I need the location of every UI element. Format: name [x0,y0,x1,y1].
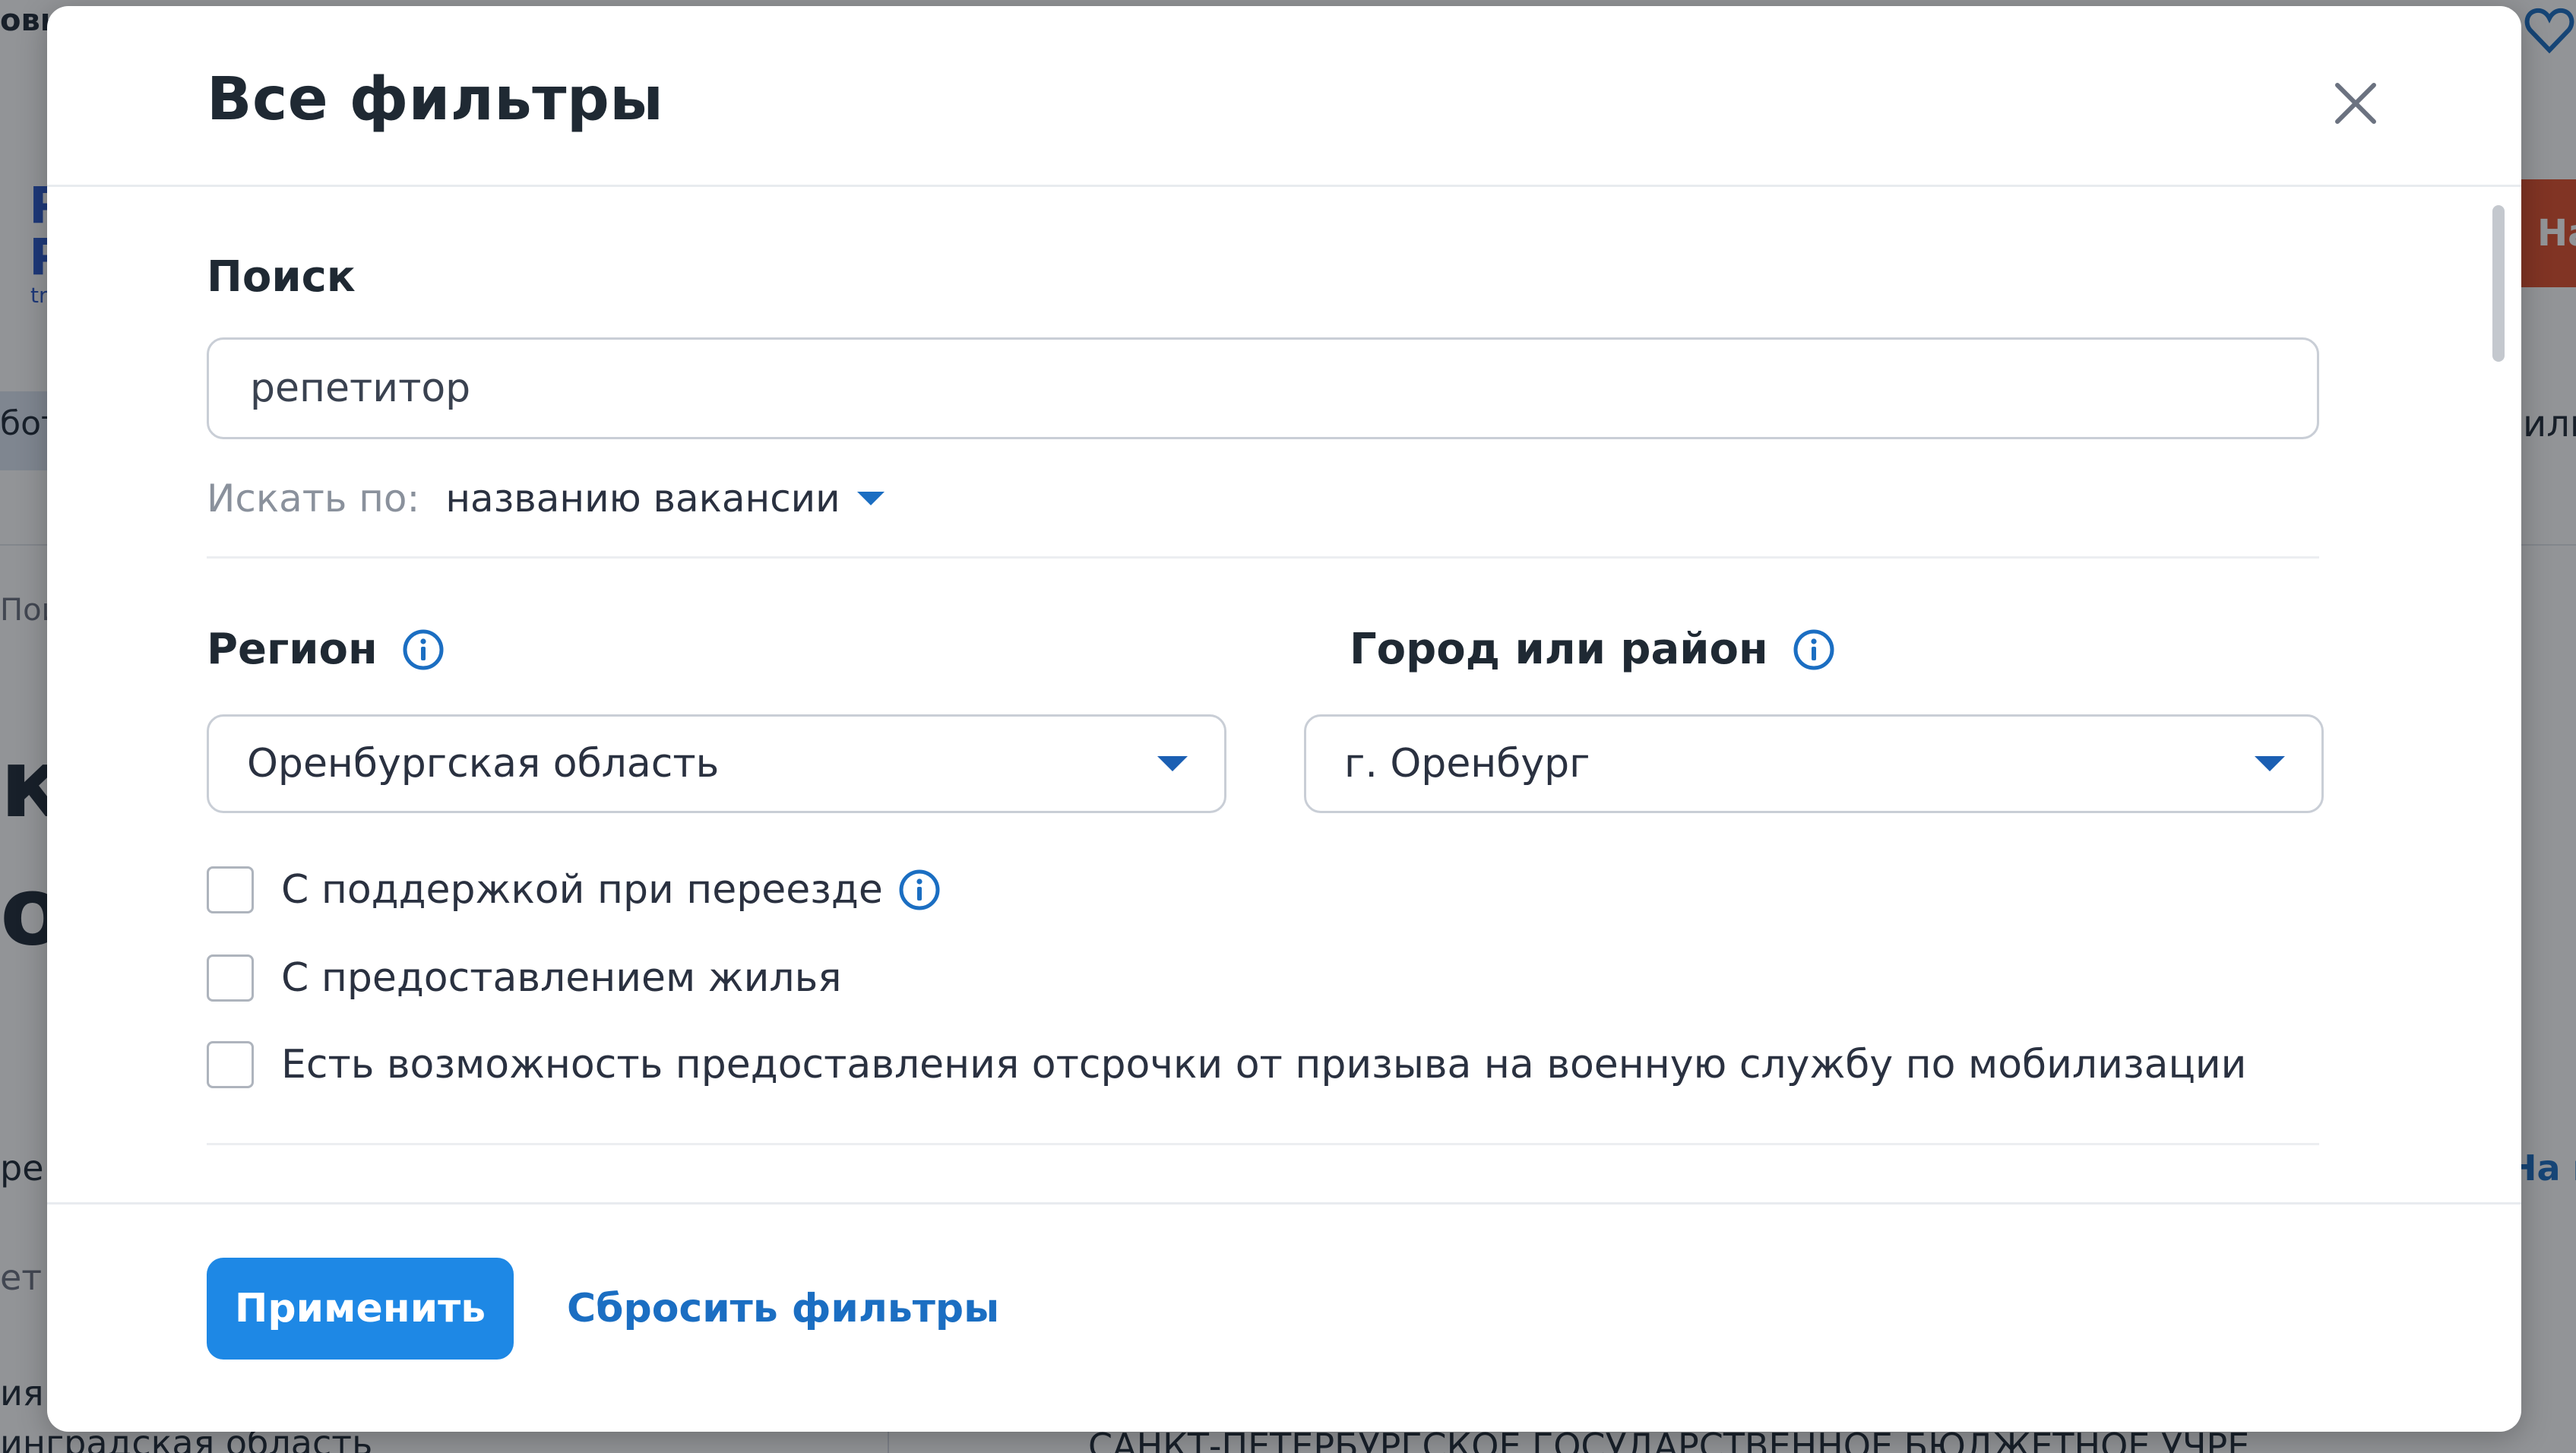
checkbox[interactable] [207,954,254,1002]
caret-down-icon [856,492,885,505]
apply-button[interactable]: Применить [207,1258,514,1360]
city-label-row: Город или район [1350,625,1835,674]
info-icon[interactable] [402,628,445,671]
section-divider [207,1143,2319,1145]
search-input[interactable] [207,337,2319,439]
info-icon[interactable] [1793,628,1835,671]
housing-provided-option[interactable]: С предоставлением жилья [207,951,842,1005]
search-by-label: Искать по: [207,476,420,521]
chevron-down-icon [1157,756,1188,771]
city-select-value: г. Оренбург [1344,741,1590,787]
checkbox-label: С поддержкой при переезде [281,867,883,913]
reset-filters-link[interactable]: Сбросить фильтры [567,1258,999,1360]
region-label-row: Регион [207,625,445,674]
chevron-down-icon [2255,756,2285,771]
checkbox[interactable] [207,866,254,913]
region-select[interactable]: Оренбургская область [207,714,1226,813]
modal-body: Поиск Искать по: названию вакансии Регио… [47,187,2521,1202]
search-by-dropdown[interactable]: названию вакансии [445,476,885,521]
modal-footer: Применить Сбросить фильтры [47,1202,2521,1432]
close-button[interactable] [2327,74,2385,132]
checkbox-label: Есть возможность предоставления отсрочки… [281,1042,2247,1087]
filters-modal: Все фильтры Поиск Искать по: названию ва… [47,6,2521,1432]
region-select-value: Оренбургская область [247,741,720,787]
section-divider [207,556,2319,559]
info-icon[interactable] [898,869,941,911]
relocation-support-option[interactable]: С поддержкой при переезде [207,863,941,916]
scrollbar-thumb[interactable] [2492,205,2505,362]
search-by-value: названию вакансии [445,476,840,521]
city-label: Город или район [1350,625,1768,674]
search-by-row: Искать по: названию вакансии [207,471,885,526]
search-label: Поиск [207,252,356,302]
modal-header: Все фильтры [47,6,2521,187]
checkbox[interactable] [207,1041,254,1088]
checkbox-label: С предоставлением жилья [281,955,842,1001]
mobilization-deferral-option[interactable]: Есть возможность предоставления отсрочки… [207,1038,2246,1091]
city-select[interactable]: г. Оренбург [1304,714,2324,813]
close-icon [2335,83,2376,124]
modal-title: Все фильтры [207,65,664,134]
region-label: Регион [207,625,378,674]
